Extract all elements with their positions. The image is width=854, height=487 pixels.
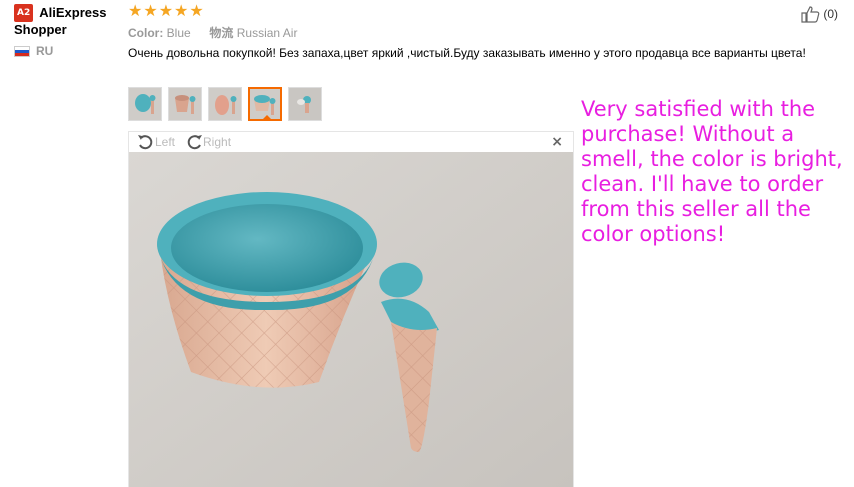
shipping-label: 物流 <box>209 26 234 40</box>
shipping-value: Russian Air <box>236 26 298 40</box>
reviewer-country: RU <box>14 44 124 58</box>
reviewer-info: A2 AliExpress Shopper RU <box>14 4 124 58</box>
close-icon[interactable]: × <box>551 134 563 150</box>
star-icon: ★ <box>143 1 158 20</box>
thumbnail-4[interactable] <box>248 87 282 121</box>
thumbnail-3[interactable] <box>208 87 242 121</box>
translation-note: Very satisfied with the purchase! Withou… <box>581 97 843 246</box>
star-rating: ★ ★ ★ ★ ★ <box>128 3 204 19</box>
viewer-toolbar: Left Right × <box>129 132 573 152</box>
color-value: Blue <box>166 26 191 40</box>
star-icon: ★ <box>174 1 189 20</box>
helpful-count: (0) <box>823 7 838 21</box>
russia-flag-icon <box>14 45 30 57</box>
reviewer-name[interactable]: A2 AliExpress Shopper <box>14 4 124 38</box>
thumbs-up-icon <box>801 6 820 23</box>
color-label: Color: <box>128 26 164 40</box>
rotate-right-button[interactable]: Right <box>185 133 231 151</box>
thumbnail-strip <box>128 87 322 121</box>
star-icon: ★ <box>128 1 143 20</box>
thumbnail-1[interactable] <box>128 87 162 121</box>
helpful-button[interactable]: (0) <box>801 5 838 23</box>
star-icon: ★ <box>189 1 204 20</box>
image-viewer: Left Right × <box>128 131 574 487</box>
thumbnail-2[interactable] <box>168 87 202 121</box>
rotate-left-icon <box>138 135 153 150</box>
rotate-left-button[interactable]: Left <box>137 133 175 151</box>
review-text: Очень довольна покупкой! Без запаха,цвет… <box>128 46 806 60</box>
level-badge: A2 <box>14 4 34 22</box>
rotate-right-icon <box>187 135 203 150</box>
review-photo <box>129 152 573 487</box>
star-icon: ★ <box>158 1 174 20</box>
thumbnail-5[interactable] <box>288 87 322 121</box>
order-meta: Color: Blue 物流 Russian Air <box>128 24 297 41</box>
